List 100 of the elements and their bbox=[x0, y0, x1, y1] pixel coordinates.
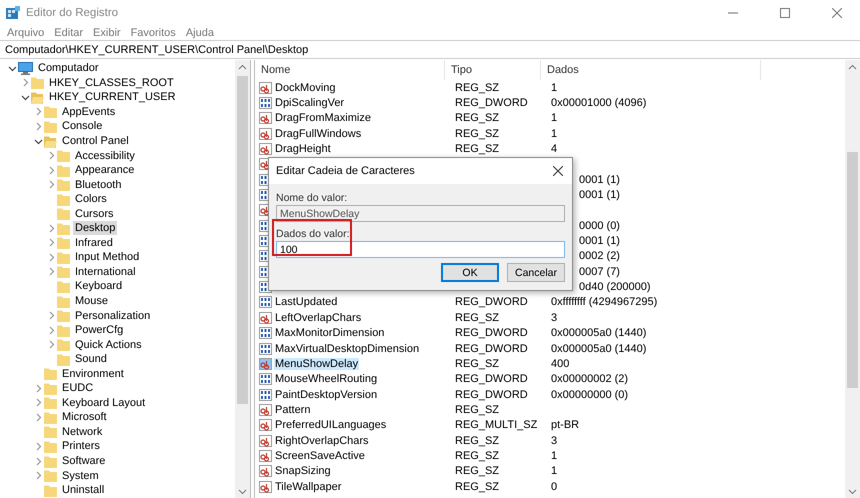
chevron-right-icon[interactable] bbox=[46, 180, 56, 190]
value-name[interactable]: DragFromMaximize bbox=[274, 112, 372, 124]
close-icon[interactable] bbox=[553, 166, 563, 176]
scroll-thumb[interactable] bbox=[847, 152, 858, 388]
tree-item[interactable]: Quick Actions bbox=[73, 338, 144, 352]
scrollbar[interactable] bbox=[235, 60, 250, 498]
chevron-right-icon[interactable] bbox=[46, 224, 56, 233]
tree-item[interactable]: HKEY_CURRENT_USER bbox=[47, 90, 178, 104]
value-name[interactable]: DockMoving bbox=[274, 82, 337, 94]
tree-item[interactable]: Environment bbox=[60, 366, 126, 381]
value-name[interactable]: DpiScalingVer bbox=[274, 97, 346, 110]
scroll-up-icon[interactable] bbox=[848, 64, 857, 70]
tree-item[interactable]: Appearance bbox=[73, 163, 136, 178]
chevron-right-icon[interactable] bbox=[46, 166, 56, 175]
chevron-right-icon[interactable] bbox=[46, 151, 56, 160]
value-name[interactable]: MaxVirtualDesktopDimension bbox=[274, 342, 420, 355]
tree-item[interactable]: Keyboard bbox=[73, 279, 124, 294]
chevron-down-icon[interactable] bbox=[20, 92, 30, 102]
tree-item[interactable]: Cursors bbox=[73, 206, 116, 221]
tree-item[interactable]: Software bbox=[60, 454, 108, 468]
folder-icon bbox=[44, 484, 57, 497]
tree-item[interactable]: Control Panel bbox=[60, 134, 131, 148]
tree-item[interactable]: Colors bbox=[73, 192, 109, 206]
chevron-right-icon[interactable] bbox=[34, 384, 42, 393]
tree-item[interactable]: HKEY_CLASSES_ROOT bbox=[47, 76, 176, 90]
value-data: 0x00000002 (2) bbox=[551, 373, 628, 386]
column-header[interactable]: Tipo bbox=[445, 60, 541, 80]
tree-item[interactable]: Accessibility bbox=[73, 148, 137, 163]
chevron-right-icon[interactable] bbox=[34, 398, 42, 408]
menu-item[interactable]: Favoritos bbox=[126, 26, 181, 38]
tree-item[interactable]: Printers bbox=[60, 439, 102, 454]
value-name[interactable]: MenuShowDelay bbox=[274, 358, 360, 370]
tree-item[interactable]: International bbox=[73, 264, 138, 279]
tree-item[interactable]: Infrared bbox=[73, 236, 115, 250]
chevron-right-icon[interactable] bbox=[46, 326, 56, 335]
chevron-right-icon[interactable] bbox=[46, 311, 56, 320]
value-name[interactable]: PaintDesktopVersion bbox=[274, 388, 378, 401]
tree-item[interactable]: EUDC bbox=[60, 381, 96, 396]
chevron-right-icon[interactable] bbox=[34, 471, 42, 480]
menu-item[interactable]: Arquivo bbox=[2, 26, 50, 38]
chevron-right-icon[interactable] bbox=[20, 78, 30, 88]
tree-item[interactable]: AppEvents bbox=[60, 104, 118, 119]
value-data-field[interactable]: 100 bbox=[276, 241, 565, 258]
dialog-button[interactable]: OK bbox=[441, 263, 499, 282]
tree-item[interactable]: Mouse bbox=[73, 294, 110, 308]
scroll-down-icon[interactable] bbox=[848, 489, 857, 495]
column-header[interactable]: Nome bbox=[255, 60, 445, 80]
tree-item[interactable]: Personalization bbox=[73, 308, 152, 323]
address-bar[interactable]: Computador\HKEY_CURRENT_USER\Control Panel\Desktop bbox=[0, 40, 860, 59]
chevron-right-icon[interactable] bbox=[46, 340, 56, 350]
chevron-right-icon[interactable] bbox=[34, 456, 42, 466]
tree-item[interactable]: PowerCfg bbox=[73, 323, 126, 338]
tree-item[interactable]: Keyboard Layout bbox=[60, 396, 148, 410]
tree-item[interactable]: Uninstall bbox=[60, 483, 106, 498]
tree-item[interactable]: Microsoft bbox=[60, 410, 109, 424]
value-data: pt-BR bbox=[551, 419, 580, 432]
value-name[interactable]: SnapSizing bbox=[274, 465, 332, 478]
value-name[interactable]: Pattern bbox=[274, 404, 312, 416]
minimize-icon[interactable] bbox=[728, 12, 738, 14]
scrollbar[interactable] bbox=[845, 60, 860, 498]
value-name[interactable]: MouseWheelRouting bbox=[274, 373, 378, 386]
dialog-button[interactable]: Cancelar bbox=[507, 263, 565, 282]
folder-icon bbox=[57, 222, 70, 235]
menu-item[interactable]: Editar bbox=[49, 26, 88, 38]
tree-item[interactable]: System bbox=[60, 468, 101, 483]
chevron-right-icon[interactable] bbox=[34, 107, 42, 116]
value-name[interactable]: LeftOverlapChars bbox=[274, 312, 362, 324]
folder-icon bbox=[44, 367, 57, 380]
tree-item[interactable]: Network bbox=[60, 424, 104, 439]
value-name[interactable]: LastUpdated bbox=[274, 296, 338, 308]
value-name[interactable]: PreferredUILanguages bbox=[274, 419, 388, 432]
scroll-up-icon[interactable] bbox=[238, 64, 247, 70]
column-header[interactable]: Dados bbox=[541, 60, 761, 80]
chevron-right-icon[interactable] bbox=[46, 267, 56, 276]
tree-item[interactable]: Computador bbox=[36, 61, 101, 76]
value-name[interactable]: RightOverlapChars bbox=[274, 434, 370, 447]
value-name[interactable]: DragHeight bbox=[274, 143, 332, 156]
chevron-right-icon[interactable] bbox=[34, 442, 42, 451]
chevron-down-icon[interactable] bbox=[8, 64, 16, 73]
value-name-field[interactable]: MenuShowDelay bbox=[276, 205, 565, 222]
value-name[interactable]: MaxMonitorDimension bbox=[274, 327, 386, 340]
menu-item[interactable]: Exibir bbox=[88, 26, 126, 38]
scroll-thumb[interactable] bbox=[237, 76, 248, 404]
chevron-right-icon[interactable] bbox=[34, 412, 42, 422]
menu-item[interactable]: Ajuda bbox=[180, 26, 219, 38]
value-name[interactable]: ScreenSaveActive bbox=[274, 450, 366, 462]
chevron-down-icon[interactable] bbox=[34, 136, 42, 146]
tree-item[interactable]: Sound bbox=[73, 352, 109, 366]
tree-item[interactable]: Bluetooth bbox=[73, 178, 124, 192]
maximize-icon[interactable] bbox=[780, 8, 790, 18]
tree-item[interactable]: Desktop bbox=[73, 221, 118, 236]
scroll-down-icon[interactable] bbox=[238, 489, 247, 495]
tree-item[interactable]: Console bbox=[60, 119, 104, 134]
chevron-right-icon[interactable] bbox=[34, 122, 42, 131]
tree-item[interactable]: Input Method bbox=[73, 250, 142, 264]
value-name[interactable]: TileWallpaper bbox=[274, 480, 342, 493]
value-name[interactable]: DragFullWindows bbox=[274, 128, 362, 140]
folder-icon bbox=[44, 382, 57, 395]
chevron-right-icon[interactable] bbox=[46, 238, 56, 248]
chevron-right-icon[interactable] bbox=[46, 252, 56, 262]
